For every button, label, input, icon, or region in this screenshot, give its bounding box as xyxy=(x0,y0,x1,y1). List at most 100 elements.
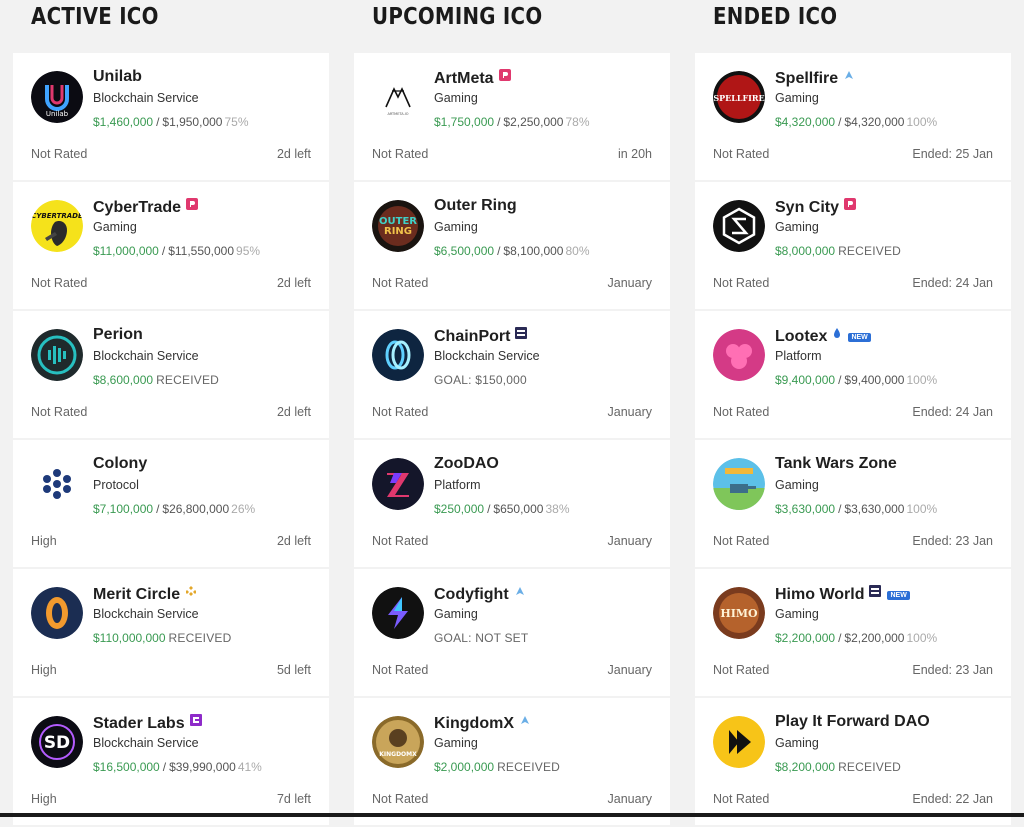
project-name-text[interactable]: Play It Forward DAO xyxy=(775,713,930,730)
cybertrade-logo[interactable]: CYBERTRADE xyxy=(31,200,83,252)
kingdomx-logo[interactable]: KINGDOMX xyxy=(372,716,424,768)
project-name[interactable]: Lootex NEW xyxy=(775,326,871,346)
separator: / xyxy=(162,760,167,774)
project-name-text[interactable]: ChainPort xyxy=(434,328,510,345)
ico-card[interactable]: Unilab Unilab Blockchain Service $1,460,000… xyxy=(13,53,329,180)
project-name-text[interactable]: ArtMeta xyxy=(434,70,494,87)
ico-card[interactable]: Colony Protocol $7,100,000/$26,800,000 26% H… xyxy=(13,440,329,567)
codyfight-logo[interactable] xyxy=(372,587,424,639)
raised-amount: $6,500,000 xyxy=(434,244,495,258)
project-name-text[interactable]: Outer Ring xyxy=(434,197,517,214)
funding-info: $4,320,000/$4,320,000 100% xyxy=(775,115,937,129)
ico-card[interactable]: SPELLFIRE Spellfire Gaming $4,320,000/$4,32… xyxy=(695,53,1011,180)
ico-card[interactable]: Tank Wars Zone Gaming $3,630,000/$3,630,00… xyxy=(695,440,1011,567)
project-name-text[interactable]: Colony xyxy=(93,455,147,472)
timing: 2d left xyxy=(276,534,311,548)
project-name-text[interactable]: CyberTrade xyxy=(93,199,181,216)
percent-raised: 100% xyxy=(906,115,938,129)
category: Protocol xyxy=(93,478,139,492)
svg-text:RING: RING xyxy=(384,226,412,237)
project-name[interactable]: Himo World NEW xyxy=(775,584,910,604)
timing: Ended: 23 Jan xyxy=(912,663,993,677)
ico-card[interactable]: ZooDAO Platform $250,000/$650,000 38% Not Ra… xyxy=(354,440,670,567)
colony-logo[interactable] xyxy=(31,458,83,510)
ico-card[interactable]: SD Stader Labs Blockchain Service $16,500,0… xyxy=(13,698,329,825)
lootex-logo[interactable] xyxy=(713,329,765,381)
ico-card[interactable]: KINGDOMX KingdomX Gaming $2,000,000 RECEIVED… xyxy=(354,698,670,825)
perion-logo[interactable] xyxy=(31,329,83,381)
merit-circle-logo[interactable] xyxy=(31,587,83,639)
project-name[interactable]: KingdomX xyxy=(434,713,531,733)
project-name[interactable]: Spellfire xyxy=(775,68,855,88)
himo-world-logo[interactable]: HIMO xyxy=(713,587,765,639)
ico-card[interactable]: ChainPort Blockchain Service GOAL: $150,00… xyxy=(354,311,670,438)
received-label: RECEIVED xyxy=(156,373,220,387)
project-name-text[interactable]: KingdomX xyxy=(434,715,514,732)
project-name[interactable]: Play It Forward DAO xyxy=(775,713,930,731)
play-it-forward-dao-logo[interactable] xyxy=(713,716,765,768)
category: Blockchain Service xyxy=(93,349,199,363)
funding-info: GOAL: NOT SET xyxy=(434,631,528,645)
ico-card[interactable]: Lootex NEW Platform $9,400,000/$9,400,000 10… xyxy=(695,311,1011,438)
ico-card[interactable]: Syn City Gaming $8,000,000 RECEIVED Not Rate… xyxy=(695,182,1011,309)
rating: High xyxy=(31,792,57,806)
spellfire-logo[interactable]: SPELLFIRE xyxy=(713,71,765,123)
category: Blockchain Service xyxy=(93,736,199,750)
project-name-text[interactable]: Syn City xyxy=(775,199,839,216)
project-name[interactable]: CyberTrade xyxy=(93,197,199,217)
percent-raised: 100% xyxy=(906,631,938,645)
chainport-logo[interactable] xyxy=(372,329,424,381)
project-name[interactable]: Outer Ring xyxy=(434,197,517,215)
project-name[interactable]: Merit Circle xyxy=(93,584,197,604)
funding-info: $6,500,000/$8,100,000 80% xyxy=(434,244,590,258)
stader-labs-logo[interactable]: SD xyxy=(31,716,83,768)
project-name[interactable]: ZooDAO xyxy=(434,455,499,473)
project-name-text[interactable]: Unilab xyxy=(93,68,142,85)
raised-amount: $8,200,000 xyxy=(775,760,836,774)
project-name[interactable]: Perion xyxy=(93,326,143,344)
ico-card[interactable]: Codyfight Gaming GOAL: NOT SET Not Rated Jan… xyxy=(354,569,670,696)
ico-card[interactable]: OUTER RING Outer Ring Gaming $6,500,000/$8,1… xyxy=(354,182,670,309)
project-name[interactable]: Syn City xyxy=(775,197,857,217)
rating: Not Rated xyxy=(713,147,770,161)
artmeta-logo[interactable]: ARTMETA.IO xyxy=(372,71,424,123)
ico-card[interactable]: ARTMETA.IO ArtMeta Gaming $1,750,000/$2,250… xyxy=(354,53,670,180)
timing: January xyxy=(607,663,652,677)
project-name-text[interactable]: Lootex xyxy=(775,328,827,345)
raised-amount: $110,000,000 xyxy=(93,631,166,645)
outer-ring-logo[interactable]: OUTER RING xyxy=(372,200,424,252)
project-name-text[interactable]: Merit Circle xyxy=(93,586,180,603)
project-name[interactable]: Stader Labs xyxy=(93,713,202,733)
tank-wars-zone-logo[interactable] xyxy=(713,458,765,510)
timing: 2d left xyxy=(276,405,311,419)
project-name[interactable]: Tank Wars Zone xyxy=(775,455,897,473)
received-label: RECEIVED xyxy=(168,631,232,645)
zoodao-logo[interactable] xyxy=(372,458,424,510)
project-name[interactable]: ChainPort xyxy=(434,326,528,346)
raised-amount: $1,460,000 xyxy=(93,115,154,129)
ico-card[interactable]: Merit Circle Blockchain Service $110,000,0… xyxy=(13,569,329,696)
goal-amount: $26,800,000 xyxy=(162,502,230,516)
project-name-text[interactable]: ZooDAO xyxy=(434,455,499,472)
project-name-text[interactable]: Spellfire xyxy=(775,70,838,87)
project-name-text[interactable]: Stader Labs xyxy=(93,715,185,732)
category: Gaming xyxy=(434,736,478,750)
project-name-text[interactable]: Codyfight xyxy=(434,586,509,603)
ico-card[interactable]: CYBERTRADE CyberTrade Gaming $11,000,000/$1… xyxy=(13,182,329,309)
syn-city-logo[interactable] xyxy=(713,200,765,252)
project-name[interactable]: ArtMeta xyxy=(434,68,511,88)
project-name[interactable]: Unilab xyxy=(93,68,142,86)
timing: 5d left xyxy=(276,663,311,677)
ico-card[interactable]: Play It Forward DAO Gaming $8,200,000 RECEI… xyxy=(695,698,1011,825)
project-name-text[interactable]: Tank Wars Zone xyxy=(775,455,897,472)
ico-card[interactable]: Perion Blockchain Service $8,600,000 RECEIV… xyxy=(13,311,329,438)
project-name-text[interactable]: Himo World xyxy=(775,586,864,603)
project-name[interactable]: Codyfight xyxy=(434,584,526,604)
unilab-logo[interactable]: Unilab xyxy=(31,71,83,123)
timing: Ended: 23 Jan xyxy=(912,534,993,548)
project-name-text[interactable]: Perion xyxy=(93,326,143,343)
rating: Not Rated xyxy=(713,276,770,290)
percent-raised: 95% xyxy=(236,244,261,258)
project-name[interactable]: Colony xyxy=(93,455,147,473)
ico-card[interactable]: HIMO Himo World NEW Gaming $2,200,000/$2,200… xyxy=(695,569,1011,696)
